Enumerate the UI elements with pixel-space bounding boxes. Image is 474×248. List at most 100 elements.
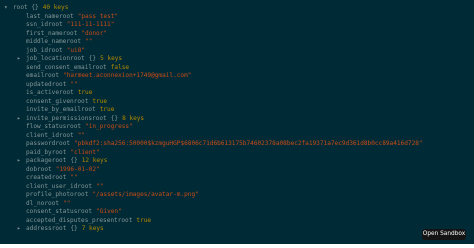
row-value[interactable]: false: [111, 64, 129, 71]
tree-row[interactable]: middle_nameroot "": [4, 38, 474, 47]
row-key: client_id: [26, 131, 60, 139]
expand-caret-icon[interactable]: ▸: [17, 55, 26, 64]
row-key: dl_no: [26, 199, 45, 207]
tree-row[interactable]: ssn_idroot "111-11-1111": [4, 21, 474, 30]
row-value[interactable]: "pass test": [78, 13, 118, 20]
row-key-suffix: root: [92, 63, 107, 71]
row-key-suffix: root: [59, 89, 74, 96]
tree-row[interactable]: profile_photoroot "/assets/images/avatar-…: [4, 191, 474, 200]
row-key-suffix: root: [44, 199, 60, 207]
row-key: profile_photo: [26, 191, 74, 198]
row-key: consent_given: [26, 97, 74, 105]
row-key: package: [26, 157, 52, 164]
row-value[interactable]: "": [78, 132, 85, 139]
row-key: paid_by: [26, 148, 52, 156]
row-key-suffix: root: [73, 97, 89, 105]
row-key-suffix: root: [77, 208, 93, 215]
row-value[interactable]: "1996-01-02": [56, 166, 100, 173]
row-key: email: [26, 72, 45, 79]
row-key: job_location: [26, 55, 71, 62]
row-key-suffix: root: [62, 29, 78, 37]
row-value[interactable]: "/assets/images/avatar-m.png": [92, 191, 198, 198]
row-key-count: 5 keys: [100, 55, 123, 62]
row-key-suffix: root: [59, 12, 74, 20]
tree-row[interactable]: accepted_disputes_presentroot true: [4, 217, 474, 226]
row-value[interactable]: "Given": [96, 208, 122, 215]
expand-caret-icon[interactable]: ▸: [17, 225, 26, 234]
row-key-suffix: root: [77, 182, 93, 190]
row-value[interactable]: true: [100, 106, 115, 113]
row-key-suffix: root: [66, 123, 82, 130]
row-key: client_user_id: [26, 182, 78, 190]
row-key-suffix: root: [55, 140, 71, 147]
tree-row[interactable]: first_nameroot "donor": [4, 30, 474, 39]
row-key: accepted_disputes_present: [26, 216, 118, 224]
row-value[interactable]: "ui8": [67, 47, 85, 54]
row-key-count: 8 keys: [122, 114, 145, 122]
row-key-suffix: root: [59, 131, 74, 139]
row-value[interactable]: "in_progress": [85, 123, 133, 130]
tree-row[interactable]: emailroot "harmeet.aconnexion+1749@gmail.…: [4, 72, 474, 81]
row-brace: {}: [110, 114, 119, 122]
row-key: password: [26, 140, 56, 147]
row-key-suffix: root: [81, 106, 96, 113]
open-sandbox-button[interactable]: Open Sandbox: [422, 229, 466, 240]
tree-row[interactable]: dobroot "1996-01-02": [4, 166, 474, 175]
tree-row[interactable]: ▸ invite_permissionsroot{} 8 keys: [4, 115, 474, 124]
tree-row[interactable]: consent_statusroot "Given": [4, 208, 474, 217]
row-key-suffix: root: [48, 21, 63, 28]
tree-row[interactable]: consent_givenroot true: [4, 98, 474, 107]
row-value[interactable]: "111-11-1111": [67, 21, 115, 28]
tree-root-row[interactable]: ▾ root {} 40 keys: [4, 4, 474, 13]
row-value[interactable]: "": [96, 183, 103, 190]
row-value[interactable]: "": [63, 200, 70, 207]
tree-row[interactable]: ▸ job_locationroot{} 5 keys: [4, 55, 474, 64]
row-key: send_consent_email: [26, 63, 93, 71]
tree-row[interactable]: client_idroot "": [4, 132, 474, 141]
expand-caret-icon[interactable]: ▸: [17, 157, 26, 166]
tree-row[interactable]: paid_byroot "client": [4, 149, 474, 158]
tree-row[interactable]: invite_by_emailroot true: [4, 106, 474, 115]
tree-row[interactable]: flow_statusroot "in_progress": [4, 123, 474, 132]
row-key-count: 7 keys: [81, 225, 104, 232]
root-brace: {}: [31, 4, 39, 11]
expand-caret-icon[interactable]: ▸: [17, 115, 26, 124]
tree-row[interactable]: job_idroot "ui8": [4, 47, 474, 56]
tree-row[interactable]: client_user_idroot "": [4, 183, 474, 192]
tree-row[interactable]: ▸ addressroot{} 7 keys: [4, 225, 474, 234]
tree-row[interactable]: send_consent_emailroot false: [4, 64, 474, 73]
row-key-suffix: root: [51, 80, 67, 88]
row-key: invite_permissions: [26, 114, 93, 122]
row-key: invite_by_email: [26, 106, 82, 113]
row-value[interactable]: "pbkdf2:sha256:50000$kzmguHGP$6806c71d6b…: [74, 140, 423, 147]
row-key: updated: [26, 80, 52, 88]
row-value[interactable]: "": [70, 174, 77, 181]
row-value[interactable]: true: [78, 89, 93, 96]
row-value[interactable]: "donor": [81, 30, 107, 37]
row-key-suffix: root: [66, 38, 82, 45]
tree-row[interactable]: last_nameroot "pass test": [4, 13, 474, 22]
row-key-suffix: root: [92, 114, 107, 122]
collapse-caret-icon[interactable]: ▾: [4, 4, 13, 13]
tree-row[interactable]: dl_noroot "": [4, 200, 474, 209]
tree-row[interactable]: passwordroot "pbkdf2:sha256:50000$kzmguHG…: [4, 140, 474, 149]
row-key-suffix: root: [51, 148, 67, 156]
row-brace: {}: [70, 157, 78, 164]
row-value[interactable]: true: [92, 98, 107, 105]
row-key: ssn_id: [26, 21, 49, 28]
tree-row[interactable]: ▸ packageroot{} 12 keys: [4, 157, 474, 166]
tree-row[interactable]: updatedroot "": [4, 81, 474, 90]
row-value[interactable]: "client": [70, 149, 99, 156]
row-value[interactable]: true: [136, 217, 151, 224]
row-key: is_active: [26, 89, 60, 96]
row-key-suffix: root: [48, 46, 63, 54]
row-key-suffix: root: [51, 174, 67, 181]
row-key: created: [26, 174, 52, 181]
tree-row[interactable]: is_activeroot true: [4, 89, 474, 98]
row-value[interactable]: "": [70, 81, 77, 88]
row-key-suffix: root: [37, 165, 52, 173]
row-key-count: 12 keys: [81, 157, 108, 164]
tree-row[interactable]: createdroot "": [4, 174, 474, 183]
row-value[interactable]: "harmeet.aconnexion+1749@gmail.com": [63, 72, 191, 79]
row-value[interactable]: "": [85, 38, 92, 45]
